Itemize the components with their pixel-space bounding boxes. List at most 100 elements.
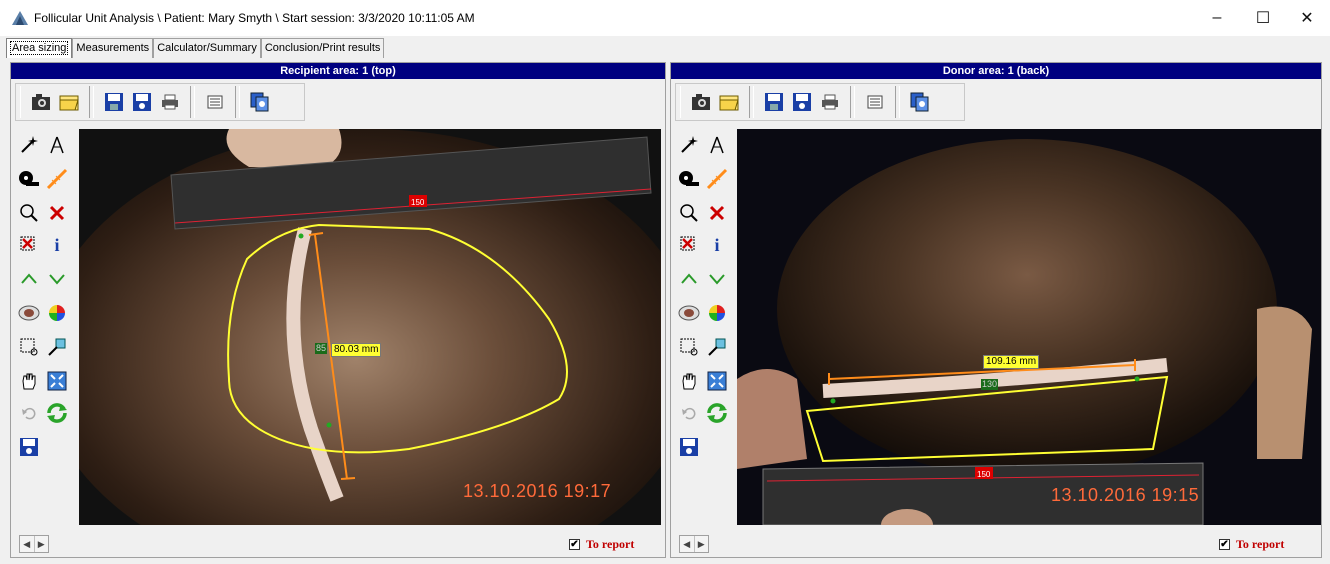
- refresh-icon[interactable]: [705, 401, 729, 425]
- donor-panel: Donor area: 1 (back) i 150 109.16 mm 130…: [670, 62, 1322, 558]
- to-report-label: To report: [1236, 537, 1285, 551]
- print-icon[interactable]: [818, 90, 842, 114]
- delete-region-icon[interactable]: [17, 233, 41, 257]
- magic-wand-icon[interactable]: [677, 133, 701, 157]
- select-rect-icon[interactable]: [17, 335, 41, 359]
- color-wheel-icon[interactable]: [705, 301, 729, 325]
- checkbox-check-icon: ✔: [1219, 538, 1230, 550]
- copy-icon[interactable]: [248, 90, 272, 114]
- checkbox-check-icon: ✔: [569, 538, 580, 550]
- tape-measure-icon[interactable]: [677, 167, 701, 191]
- list-icon[interactable]: [203, 90, 227, 114]
- donor-toolbar: [675, 83, 965, 121]
- prev-arrow-icon[interactable]: ◀: [20, 536, 34, 552]
- image-navigator: ◀ ▶: [679, 535, 709, 553]
- recipient-toolbar: [15, 83, 305, 121]
- image-navigator: ◀ ▶: [19, 535, 49, 553]
- photo-datestamp: 13.10.2016 19:15: [1051, 485, 1200, 505]
- tape-marker-label: 130: [981, 379, 999, 390]
- undo-icon[interactable]: [677, 401, 701, 425]
- tab-conclusion-print-results[interactable]: Conclusion/Print results: [260, 38, 385, 58]
- save-icon[interactable]: [102, 90, 126, 114]
- app-icon: [12, 11, 28, 25]
- tape-measure-icon[interactable]: [17, 167, 41, 191]
- delete-region-icon[interactable]: [677, 233, 701, 257]
- open-folder-icon[interactable]: [717, 90, 741, 114]
- compass-icon[interactable]: [705, 133, 729, 157]
- expand-arrows-icon[interactable]: [677, 267, 701, 291]
- info-icon[interactable]: i: [45, 233, 69, 257]
- next-arrow-icon[interactable]: ▶: [33, 536, 49, 552]
- svg-text:150: 150: [977, 470, 991, 479]
- shrink-arrows-icon[interactable]: [705, 267, 729, 291]
- to-report-checkbox[interactable]: ✔ To report: [1219, 537, 1284, 552]
- compass-icon[interactable]: [45, 133, 69, 157]
- recipient-image-viewport[interactable]: 150 85 80.03 mm 13.10.2016 19:17: [79, 129, 661, 525]
- save-disk-icon[interactable]: [17, 435, 41, 459]
- tab-strip: Area sizing Measurements Calculator/Summ…: [6, 38, 385, 58]
- hand-icon[interactable]: [677, 369, 701, 393]
- to-report-checkbox[interactable]: ✔ To report: [569, 537, 634, 552]
- copy-icon[interactable]: [908, 90, 932, 114]
- save-as-icon[interactable]: [130, 90, 154, 114]
- pipette-icon[interactable]: [45, 335, 69, 359]
- save-as-icon[interactable]: [790, 90, 814, 114]
- toolbar-group-copy: [899, 86, 940, 118]
- ruler-icon[interactable]: [705, 167, 729, 191]
- tab-area-sizing[interactable]: Area sizing: [6, 38, 73, 58]
- tab-calculator-summary[interactable]: Calculator/Summary: [153, 38, 261, 58]
- measurement-label: 80.03 mm: [331, 343, 382, 357]
- save-icon[interactable]: [762, 90, 786, 114]
- prev-arrow-icon[interactable]: ◀: [680, 536, 694, 552]
- delete-icon[interactable]: [705, 201, 729, 225]
- recipient-bottom-bar: ◀ ▶ ✔ To report: [15, 533, 659, 555]
- expand-arrows-icon[interactable]: [17, 267, 41, 291]
- magic-wand-icon[interactable]: [17, 133, 41, 157]
- open-folder-icon[interactable]: [57, 90, 81, 114]
- minimize-button[interactable]: –: [1194, 0, 1240, 36]
- close-button[interactable]: ✕: [1284, 0, 1330, 36]
- fit-view-icon[interactable]: [705, 369, 729, 393]
- refresh-icon[interactable]: [45, 401, 69, 425]
- title-bar: Follicular Unit Analysis \ Patient: Mary…: [0, 0, 1330, 36]
- list-icon[interactable]: [863, 90, 887, 114]
- donor-image-viewport[interactable]: 150 109.16 mm 130 13.10.2016 19:15: [737, 129, 1321, 525]
- camera-icon[interactable]: [689, 90, 713, 114]
- recipient-header: Recipient area: 1 (top): [11, 63, 665, 79]
- eye-icon[interactable]: [17, 301, 41, 325]
- tape-marker-label: 85: [315, 343, 328, 354]
- toolbar-group-capture: [20, 86, 90, 118]
- to-report-label: To report: [586, 537, 635, 551]
- donor-photo: 150: [737, 129, 1321, 525]
- app-window: Follicular Unit Analysis \ Patient: Mary…: [0, 0, 1330, 564]
- eye-icon[interactable]: [677, 301, 701, 325]
- next-arrow-icon[interactable]: ▶: [693, 536, 709, 552]
- save-disk-icon[interactable]: [677, 435, 701, 459]
- toolbar-group-save: [753, 86, 851, 118]
- hand-icon[interactable]: [17, 369, 41, 393]
- color-wheel-icon[interactable]: [45, 301, 69, 325]
- print-icon[interactable]: [158, 90, 182, 114]
- toolbar-group-copy: [239, 86, 280, 118]
- maximize-button[interactable]: ☐: [1240, 0, 1286, 36]
- ruler-icon[interactable]: [45, 167, 69, 191]
- camera-icon[interactable]: [29, 90, 53, 114]
- zoom-region-icon[interactable]: [677, 201, 701, 225]
- pipette-icon[interactable]: [705, 335, 729, 359]
- select-rect-icon[interactable]: [677, 335, 701, 359]
- undo-icon[interactable]: [17, 401, 41, 425]
- zoom-region-icon[interactable]: [17, 201, 41, 225]
- donor-bottom-bar: ◀ ▶ ✔ To report: [675, 533, 1315, 555]
- info-icon[interactable]: i: [705, 233, 729, 257]
- toolbar-group-capture: [680, 86, 750, 118]
- shrink-arrows-icon[interactable]: [45, 267, 69, 291]
- recipient-panel: Recipient area: 1 (top) i 150 85 80.03 m…: [10, 62, 666, 558]
- delete-icon[interactable]: [45, 201, 69, 225]
- photo-datestamp: 13.10.2016 19:17: [463, 481, 612, 501]
- donor-header: Donor area: 1 (back): [671, 63, 1321, 79]
- fit-view-icon[interactable]: [45, 369, 69, 393]
- toolbar-group-view: [854, 86, 896, 118]
- window-title: Follicular Unit Analysis \ Patient: Mary…: [34, 11, 475, 25]
- tab-label: Area sizing: [10, 41, 69, 55]
- tab-measurements[interactable]: Measurements: [72, 38, 154, 58]
